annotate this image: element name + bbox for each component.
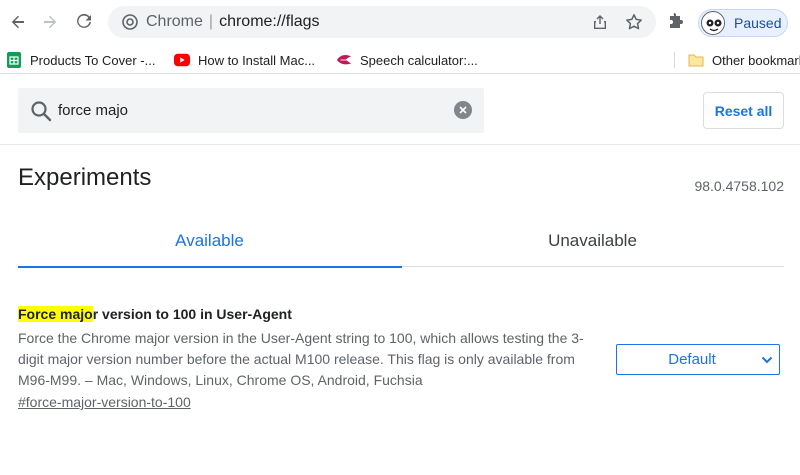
select-value: Default	[668, 351, 716, 368]
reload-icon	[77, 13, 91, 28]
bookmarks-divider	[674, 52, 675, 68]
experiment-title: Force major version to 100 in User-Agent	[18, 306, 292, 322]
chevron-down-icon	[761, 356, 773, 364]
bookmark-item[interactable]: Products To Cover -...	[6, 50, 155, 70]
search-input[interactable]	[58, 99, 438, 121]
experiment-permalink[interactable]: #force-major-version-to-100	[18, 394, 191, 410]
flags-tabs: Available Unavailable	[18, 215, 784, 268]
profile-status-label: Paused	[734, 15, 782, 31]
experiment-state-select[interactable]: Default	[616, 344, 780, 375]
profile-button[interactable]: Paused	[698, 9, 788, 37]
bookmark-label: Speech calculator:...	[360, 52, 478, 68]
reload-button[interactable]	[70, 8, 98, 36]
experiment-title-rest: r version to 100 in User-Agent	[92, 306, 292, 322]
forward-button[interactable]	[36, 8, 64, 36]
bookmark-item[interactable]: How to Install Mac...	[174, 50, 315, 70]
avatar	[701, 11, 725, 35]
tab-unavailable[interactable]: Unavailable	[401, 215, 784, 267]
tab-available[interactable]: Available	[18, 215, 402, 268]
star-bookmark-icon[interactable]	[624, 12, 644, 32]
flags-search-box	[18, 88, 484, 133]
folder-icon	[688, 52, 704, 68]
address-bar[interactable]: Chrome | chrome://flags	[108, 6, 656, 38]
back-arrow-icon	[11, 15, 24, 29]
other-bookmarks-folder[interactable]: Other bookmarks	[688, 50, 800, 70]
flags-search-header: Reset all	[0, 75, 800, 145]
bookmarks-bar: Products To Cover -... How to Install Ma…	[0, 44, 800, 74]
forward-arrow-icon	[44, 15, 57, 29]
clear-search-icon[interactable]	[454, 101, 472, 119]
search-icon	[31, 101, 52, 122]
bookmark-label: How to Install Mac...	[198, 52, 316, 68]
bookmark-label: Products To Cover -...	[30, 52, 156, 68]
chrome-version: 98.0.4758.102	[694, 178, 784, 194]
chrome-logo-icon	[120, 12, 140, 32]
share-icon[interactable]	[590, 12, 610, 32]
address-text: Chrome | chrome://flags	[146, 13, 320, 30]
back-button[interactable]	[4, 8, 32, 36]
reset-all-button[interactable]: Reset all	[703, 92, 784, 129]
bookmark-label: Other bookmarks	[712, 52, 800, 68]
experiment-description: Force the Chrome major version in the Us…	[18, 330, 584, 388]
youtube-icon	[174, 52, 190, 68]
omnibox-site-label: Chrome	[146, 13, 203, 30]
bookmark-item[interactable]: Speech calculator:...	[336, 50, 478, 70]
speech-icon	[336, 52, 352, 68]
sheets-icon	[6, 52, 22, 68]
search-match-highlight: Force majo	[18, 306, 93, 322]
omnibox-url: chrome://flags	[219, 13, 320, 30]
page-title: Experiments	[18, 164, 152, 191]
browser-toolbar: Chrome | chrome://flags Paused	[0, 0, 800, 44]
extensions-puzzle-icon[interactable]	[666, 11, 688, 33]
